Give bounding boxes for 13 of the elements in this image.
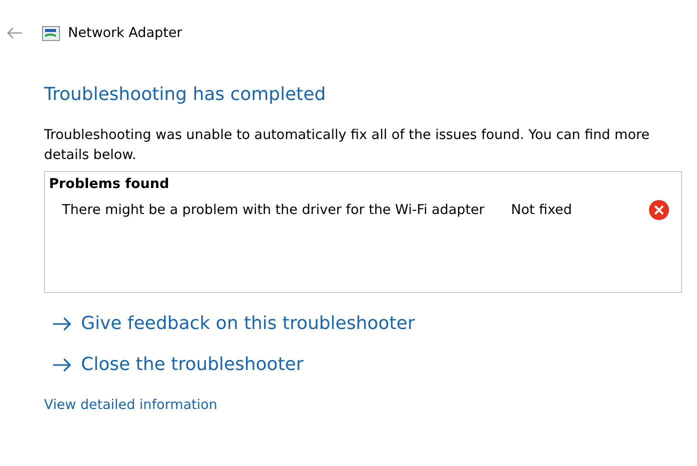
page-heading: Troubleshooting has completed (44, 84, 327, 105)
problem-status: Not fixed (511, 202, 573, 218)
error-icon (649, 200, 669, 220)
arrow-icon (52, 316, 72, 330)
window-title: Network Adapter (68, 25, 182, 41)
result-message: Troubleshooting was unable to automatically fix all of the issues found. You can find more details below. (44, 126, 651, 165)
problems-title: Problems found (49, 176, 170, 192)
problem-description: There might be a problem with the driver for the Wi-Fi adapter (62, 202, 486, 218)
arrow-icon (52, 358, 72, 372)
action-link[interactable]: Give feedback on this troubleshooter (52, 313, 415, 334)
details-link[interactable]: View detailed information (44, 397, 218, 413)
action-link[interactable]: Close the troubleshooter (52, 354, 304, 375)
network-adapter-icon (42, 26, 60, 40)
